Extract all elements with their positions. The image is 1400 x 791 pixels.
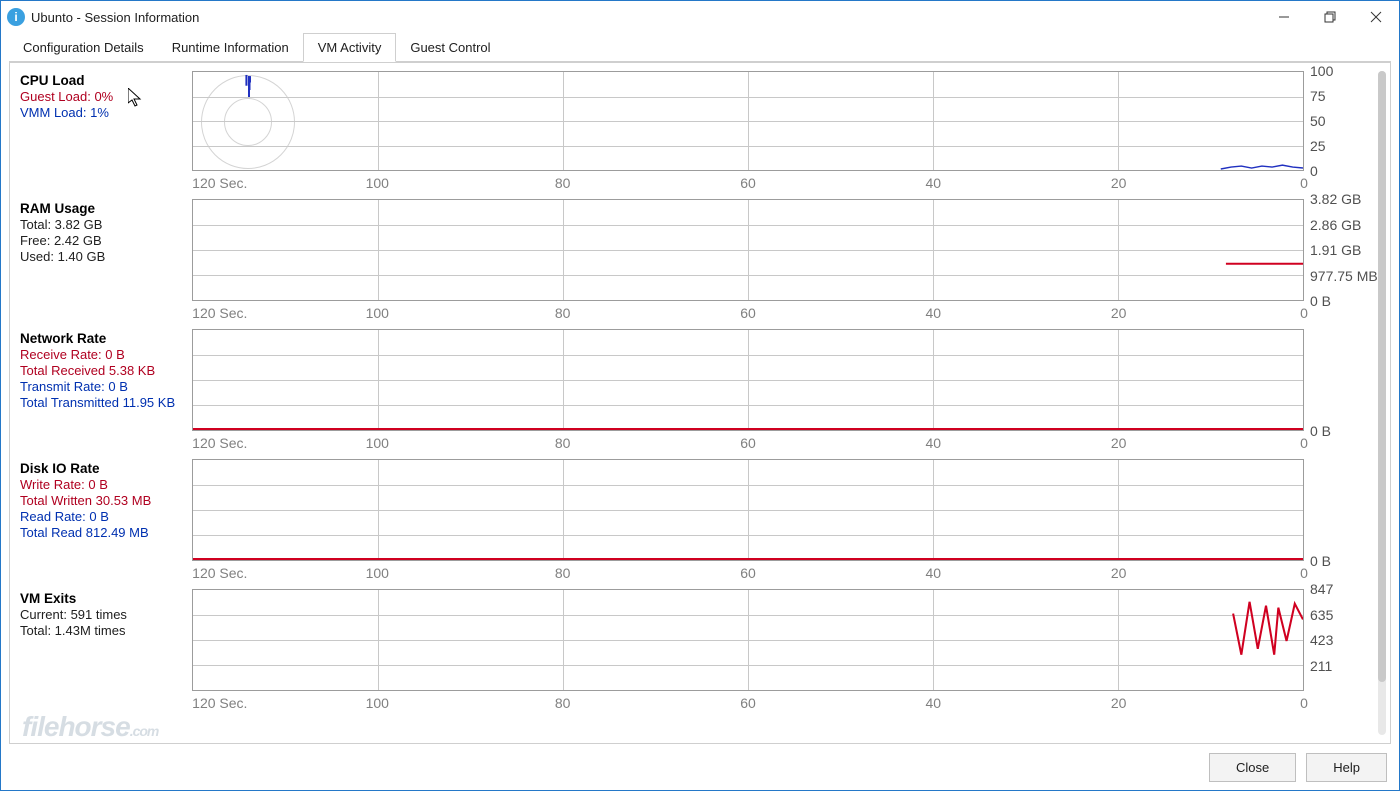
legend-line: VMM Load: 1% [20,105,188,121]
tab-bar: Configuration Details Runtime Informatio… [1,33,1399,61]
chart-title: Disk IO Rate [20,461,188,476]
legend-line: Current: 591 times [20,607,188,623]
chart-title: CPU Load [20,73,188,88]
scrollbar[interactable] [1378,71,1386,735]
legend-line: Total Written 30.53 MB [20,493,188,509]
titlebar: i Ubunto - Session Information [1,1,1399,33]
chart-disk-io-rate: Disk IO Rate Write Rate: 0 B Total Writt… [20,459,1380,585]
legend-disk: Disk IO Rate Write Rate: 0 B Total Writt… [20,459,192,585]
close-button[interactable] [1353,1,1399,33]
legend-line: Guest Load: 0% [20,89,188,105]
chart-vm-exits: VM Exits Current: 591 times Total: 1.43M… [20,589,1380,715]
legend-line: Read Rate: 0 B [20,509,188,525]
legend-vmexits: VM Exits Current: 591 times Total: 1.43M… [20,589,192,715]
line-series [193,330,1303,430]
tab-guest-control[interactable]: Guest Control [396,34,504,61]
y-axis: 3.82 GB 2.86 GB 1.91 GB 977.75 MB 0 B [1304,199,1380,301]
legend-line: Receive Rate: 0 B [20,347,188,363]
footer: Close Help [1,744,1399,790]
legend-line: Free: 2.42 GB [20,233,188,249]
window: i Ubunto - Session Information Configura… [0,0,1400,791]
close-dialog-button[interactable]: Close [1209,753,1296,782]
app-icon: i [7,8,25,26]
scrollbar-thumb[interactable] [1378,71,1386,682]
maximize-button[interactable] [1307,1,1353,33]
plot-vmexits[interactable]: 120 Sec.100806040200 [192,589,1304,715]
tab-runtime-information[interactable]: Runtime Information [158,34,303,61]
legend-line: Total Received 5.38 KB [20,363,188,379]
chart-title: Network Rate [20,331,188,346]
line-series [193,460,1303,560]
legend-cpu: CPU Load Guest Load: 0% VMM Load: 1% [20,71,192,195]
line-series [193,590,1303,690]
tab-vm-activity[interactable]: VM Activity [303,33,397,62]
y-axis: 100 75 50 25 0 [1304,71,1380,171]
tab-configuration-details[interactable]: Configuration Details [9,34,158,61]
window-title: Ubunto - Session Information [31,10,199,25]
plot-ram[interactable]: 120 Sec.100806040200 [192,199,1304,325]
line-series [193,200,1303,300]
chart-network-rate: Network Rate Receive Rate: 0 B Total Rec… [20,329,1380,455]
legend-line: Transmit Rate: 0 B [20,379,188,395]
plot-network[interactable]: 120 Sec.100806040200 [192,329,1304,455]
legend-line: Total Transmitted 11.95 KB [20,395,188,411]
window-controls [1261,1,1399,33]
legend-line: Total Read 812.49 MB [20,525,188,541]
legend-network: Network Rate Receive Rate: 0 B Total Rec… [20,329,192,455]
help-button[interactable]: Help [1306,753,1387,782]
chart-ram-usage: RAM Usage Total: 3.82 GB Free: 2.42 GB U… [20,199,1380,325]
plot-disk[interactable]: 120 Sec.100806040200 [192,459,1304,585]
minimize-button[interactable] [1261,1,1307,33]
y-axis: 0 B [1304,329,1380,431]
line-series [193,72,1303,170]
content-panel: CPU Load Guest Load: 0% VMM Load: 1% [9,62,1391,744]
y-axis: 0 B [1304,459,1380,561]
chart-cpu-load: CPU Load Guest Load: 0% VMM Load: 1% [20,71,1380,195]
y-axis: 847 635 423 211 [1304,589,1380,691]
legend-line: Total: 3.82 GB [20,217,188,233]
legend-line: Used: 1.40 GB [20,249,188,265]
plot-cpu[interactable]: 120 Sec. 100806040200 [192,71,1304,195]
chart-title: RAM Usage [20,201,188,216]
legend-line: Total: 1.43M times [20,623,188,639]
legend-ram: RAM Usage Total: 3.82 GB Free: 2.42 GB U… [20,199,192,325]
legend-line: Write Rate: 0 B [20,477,188,493]
chart-title: VM Exits [20,591,188,606]
